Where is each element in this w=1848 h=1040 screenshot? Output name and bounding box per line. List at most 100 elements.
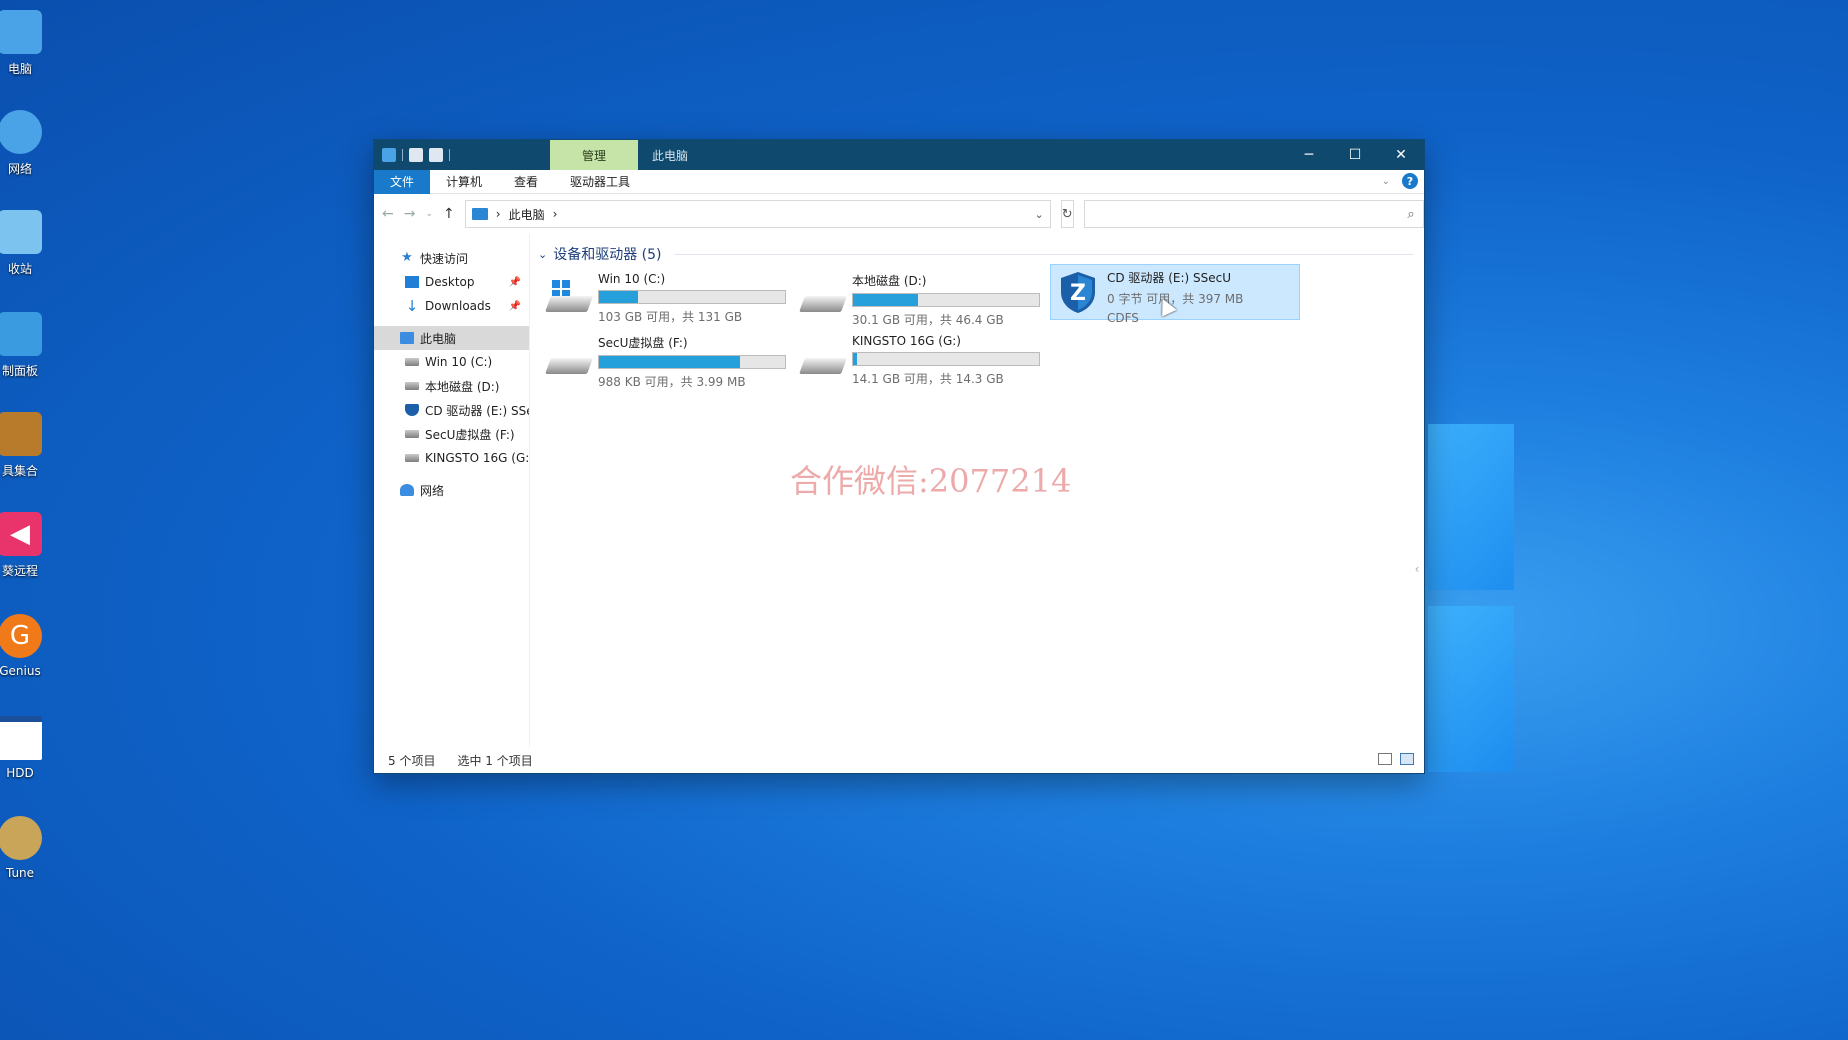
breadcrumb-sep: ›	[495, 207, 501, 221]
remote-icon: ◀	[0, 512, 42, 556]
nav-desktop[interactable]: Desktop 📌	[374, 270, 529, 294]
nav-drive-f[interactable]: SecU虚拟盘 (F:)	[374, 422, 529, 446]
desktop-icon-recycle-bin[interactable]: 收站	[0, 210, 60, 300]
breadcrumb-this-pc[interactable]: 此电脑	[509, 206, 545, 223]
group-header-devices[interactable]: ⌄ 设备和驱动器 (5)	[538, 244, 1414, 264]
nav-label: CD 驱动器 (E:) SSe	[425, 403, 529, 418]
title-bar[interactable]: 管理 此电脑 ─ ☐ ✕	[374, 140, 1424, 170]
quick-access-toolbar	[374, 148, 550, 162]
hdd-icon	[545, 334, 593, 380]
drive-icon	[405, 430, 419, 438]
network-icon	[400, 484, 414, 496]
tab-computer[interactable]: 计算机	[430, 170, 498, 194]
refresh-button[interactable]: ↻	[1060, 200, 1074, 228]
maximize-button[interactable]: ☐	[1332, 140, 1378, 170]
search-icon: ⌕	[1407, 206, 1415, 222]
chevron-down-icon[interactable]: ⌄	[1035, 208, 1044, 221]
network-icon	[0, 110, 42, 154]
forward-arrow-icon[interactable]: →	[404, 206, 416, 222]
ribbon-tabs: 文件 计算机 查看 驱动器工具 ⌄ ?	[374, 169, 1424, 194]
usage-bar-fill	[599, 356, 741, 368]
nav-label: 此电脑	[420, 331, 457, 346]
drive-icon	[405, 454, 419, 462]
desktop-icon-genius[interactable]: G Genius	[0, 614, 60, 704]
pin-icon[interactable]: 📌	[509, 301, 521, 312]
hdd-icon	[545, 358, 593, 374]
tab-drive-tools[interactable]: 驱动器工具	[554, 170, 646, 194]
address-field[interactable]: › 此电脑 › ⌄	[464, 200, 1051, 228]
tab-manage[interactable]: 管理	[550, 140, 638, 170]
nav-label: 快速访问	[420, 251, 469, 266]
recycle-bin-icon	[0, 210, 42, 254]
file-system: CDFS	[1107, 311, 1139, 325]
computer-icon	[0, 10, 42, 54]
toolbar-divider	[402, 149, 403, 161]
pin-icon[interactable]: 📌	[509, 277, 521, 288]
desktop-icon-control-panel[interactable]: 制面板	[0, 312, 60, 402]
drive-name: SecU虚拟盘 (F:)	[598, 336, 688, 350]
shield-icon: Z	[1061, 272, 1095, 313]
usage-bar-fill	[853, 294, 919, 306]
navigation-pane: ★ 快速访问 Desktop 📌 ↓ Downloads 📌 此电脑 Win 1…	[374, 234, 530, 747]
drive-tile-c[interactable]: Win 10 (C:) 103 GB 可用，共 131 GB	[542, 268, 792, 324]
tab-view[interactable]: 查看	[498, 170, 554, 194]
pc-icon	[400, 332, 414, 344]
desktop-icon-network[interactable]: 网络	[0, 110, 60, 200]
desktop-icon-toolbox[interactable]: 具集合	[0, 412, 60, 502]
nav-drive-d[interactable]: 本地磁盘 (D:)	[374, 374, 529, 398]
address-bar-row: ← → ⌄ ↑ › 此电脑 › ⌄ ↻ ⌕	[374, 194, 1424, 234]
desktop-icon-remote[interactable]: ◀ 葵远程	[0, 512, 60, 602]
group-divider	[673, 253, 1414, 255]
drive-space: 14.1 GB 可用，共 14.3 GB	[852, 372, 1004, 386]
properties-icon[interactable]	[409, 148, 423, 162]
nav-label: Downloads	[425, 299, 491, 313]
usage-bar-fill	[599, 291, 639, 303]
desktop-icon-tune[interactable]: Tune	[0, 816, 60, 906]
drive-name: Win 10 (C:)	[598, 272, 666, 286]
item-count: 5 个项目	[388, 753, 436, 768]
new-folder-icon[interactable]	[429, 148, 443, 162]
drive-tile-e[interactable]: Z CD 驱动器 (E:) SSecU 0 字节 可用，共 397 MB CDF…	[1050, 264, 1300, 325]
desktop-icon-hdd[interactable]: HDD	[0, 716, 60, 806]
recent-locations-icon[interactable]: ⌄	[425, 209, 433, 219]
ribbon-right: ⌄ ?	[1382, 173, 1418, 189]
collapse-pane-icon[interactable]: ‹	[1410, 554, 1424, 584]
minimize-button[interactable]: ─	[1286, 140, 1332, 170]
drive-name: KINGSTO 16G (G:)	[852, 334, 961, 348]
nav-drive-e[interactable]: CD 驱动器 (E:) SSe	[374, 398, 529, 422]
help-icon[interactable]: ?	[1402, 173, 1418, 189]
watermark-text: 合作微信:2077214	[790, 462, 1072, 500]
nav-network[interactable]: 网络	[374, 478, 529, 502]
drive-tile-g[interactable]: KINGSTO 16G (G:) 14.1 GB 可用，共 14.3 GB	[796, 330, 1046, 386]
nav-downloads[interactable]: ↓ Downloads 📌	[374, 294, 529, 318]
search-input[interactable]: ⌕	[1083, 200, 1424, 228]
pc-icon	[382, 148, 396, 162]
drive-space: 0 字节 可用，共 397 MB	[1107, 292, 1244, 306]
up-arrow-icon[interactable]: ↑	[443, 206, 455, 222]
nav-label: Desktop	[425, 275, 475, 289]
details-view-icon[interactable]	[1378, 753, 1392, 765]
drive-tile-d[interactable]: 本地磁盘 (D:) 30.1 GB 可用，共 46.4 GB	[796, 268, 1046, 327]
back-arrow-icon[interactable]: ←	[382, 206, 394, 222]
shield-z-icon: Z	[1055, 269, 1101, 315]
toolbar-divider	[449, 149, 450, 161]
toolbox-icon	[0, 412, 42, 456]
nav-drive-c[interactable]: Win 10 (C:)	[374, 350, 529, 374]
drive-name: 本地磁盘 (D:)	[852, 274, 927, 288]
breadcrumb-sep: ›	[552, 207, 558, 221]
close-button[interactable]: ✕	[1378, 140, 1424, 170]
hdd-icon	[799, 272, 847, 318]
drive-icon	[405, 382, 419, 390]
tiles-view-icon[interactable]	[1400, 753, 1414, 765]
drive-tile-f[interactable]: SecU虚拟盘 (F:) 988 KB 可用，共 3.99 MB	[542, 330, 792, 389]
desktop-icon-computer[interactable]: 电脑	[0, 10, 60, 100]
nav-drive-g[interactable]: KINGSTO 16G (G:	[374, 446, 529, 470]
nav-quick-access[interactable]: ★ 快速访问	[374, 246, 529, 270]
view-switcher	[1378, 753, 1414, 765]
expand-ribbon-icon[interactable]: ⌄	[1382, 176, 1390, 187]
hdd-icon	[545, 296, 593, 312]
nav-label: 网络	[420, 483, 445, 498]
tab-file[interactable]: 文件	[374, 169, 431, 194]
usage-bar-fill	[853, 353, 857, 365]
nav-this-pc[interactable]: 此电脑	[374, 326, 529, 350]
